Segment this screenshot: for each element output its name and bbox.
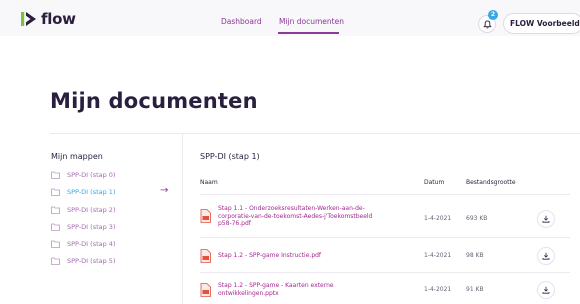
folder-label: SPP-DI (stap 5)	[67, 257, 116, 265]
folder-icon	[51, 206, 60, 214]
download-icon	[542, 252, 550, 260]
folder-label: SPP-DI (stap 4)	[67, 240, 116, 248]
nav-dashboard[interactable]: Dashboard	[221, 17, 262, 26]
document-size: 91 KB	[466, 286, 484, 293]
document-date: 1-4-2021	[424, 215, 452, 222]
page-title: Mijn documenten	[50, 89, 258, 113]
folder-icon	[51, 223, 60, 231]
document-name-line: Stap 1.2 - SPP-game Instructie.pdf	[218, 252, 322, 259]
download-button-3[interactable]	[537, 281, 555, 299]
folder-label: SPP-DI (stap 1)	[67, 188, 116, 196]
folder-label: SPP-DI (stap 3)	[67, 223, 116, 231]
folder-icon	[51, 188, 60, 196]
sidebar-folder-stap-1[interactable]: SPP-DI (stap 1)	[51, 186, 115, 198]
sidebar-folder-stap-3[interactable]: SPP-DI (stap 3)	[51, 221, 115, 233]
download-button-2[interactable]	[537, 247, 555, 265]
document-name-line: Stap 1.1 - Onderzoeksresultaten-Werken-a…	[218, 205, 365, 212]
download-icon	[542, 286, 550, 294]
logo-text: flow	[41, 10, 76, 28]
folder-label: SPP-DI (stap 0)	[67, 171, 116, 179]
column-header-date[interactable]: Datum	[424, 179, 444, 186]
document-link-2[interactable]: Stap 1.2 - SPP-game Instructie.pdf	[218, 252, 413, 260]
sidebar-divider	[182, 134, 183, 304]
download-button-1[interactable]	[537, 210, 555, 228]
header-divider	[200, 194, 570, 195]
nav-mijn-documenten[interactable]: Mijn documenten	[279, 17, 344, 26]
flow-logo[interactable]: flow	[21, 11, 76, 27]
column-header-name[interactable]: Naam	[200, 179, 218, 186]
document-name-line: Stap 1.2 - SPP-game - Kaarten externe	[218, 282, 334, 289]
folder-icon	[51, 240, 60, 248]
folder-label: SPP-DI (stap 2)	[67, 206, 116, 214]
folder-heading: SPP-DI (stap 1)	[200, 152, 260, 161]
document-link-1[interactable]: Stap 1.1 - Onderzoeksresultaten-Werken-a…	[218, 205, 413, 228]
column-header-size[interactable]: Bestandsgrootte	[466, 179, 516, 186]
active-folder-arrow-icon: →	[160, 185, 169, 196]
row-divider	[200, 272, 570, 273]
notification-badge: 2	[488, 10, 498, 20]
pdf-file-icon	[200, 249, 211, 263]
document-link-3[interactable]: Stap 1.2 - SPP-game - Kaarten externe on…	[218, 282, 413, 297]
document-date: 1-4-2021	[424, 286, 452, 293]
active-nav-underline	[278, 32, 339, 34]
sidebar-folder-stap-4[interactable]: SPP-DI (stap 4)	[51, 238, 115, 250]
document-name-line: corporatie-van-de-toekomst-Aedes-j'Toeko…	[218, 212, 373, 220]
document-name-line: p58-76.pdf	[218, 220, 251, 227]
top-header: flow Dashboard Mijn documenten 2 FLOW Vo…	[0, 0, 580, 36]
flow-logo-mark-icon	[21, 12, 36, 26]
folder-icon	[51, 171, 60, 179]
bell-icon	[482, 19, 492, 28]
pdf-file-icon	[200, 283, 211, 297]
sidebar-folder-stap-0[interactable]: SPP-DI (stap 0)	[51, 169, 115, 181]
title-divider	[50, 133, 580, 134]
sidebar-title: Mijn mappen	[51, 152, 103, 161]
row-divider	[200, 237, 570, 238]
download-icon	[542, 215, 550, 223]
user-menu-button[interactable]: FLOW Voorbeeld	[503, 13, 580, 34]
pdf-file-icon	[200, 209, 211, 223]
sidebar-folder-stap-2[interactable]: SPP-DI (stap 2)	[51, 204, 115, 216]
document-date: 1-4-2021	[424, 252, 452, 259]
sidebar-folder-stap-5[interactable]: SPP-DI (stap 5)	[51, 255, 115, 267]
folder-icon	[51, 257, 60, 265]
document-size: 693 KB	[466, 215, 488, 222]
document-name-line: ontwikkelingen.pptx	[218, 289, 279, 297]
document-size: 98 KB	[466, 252, 484, 259]
